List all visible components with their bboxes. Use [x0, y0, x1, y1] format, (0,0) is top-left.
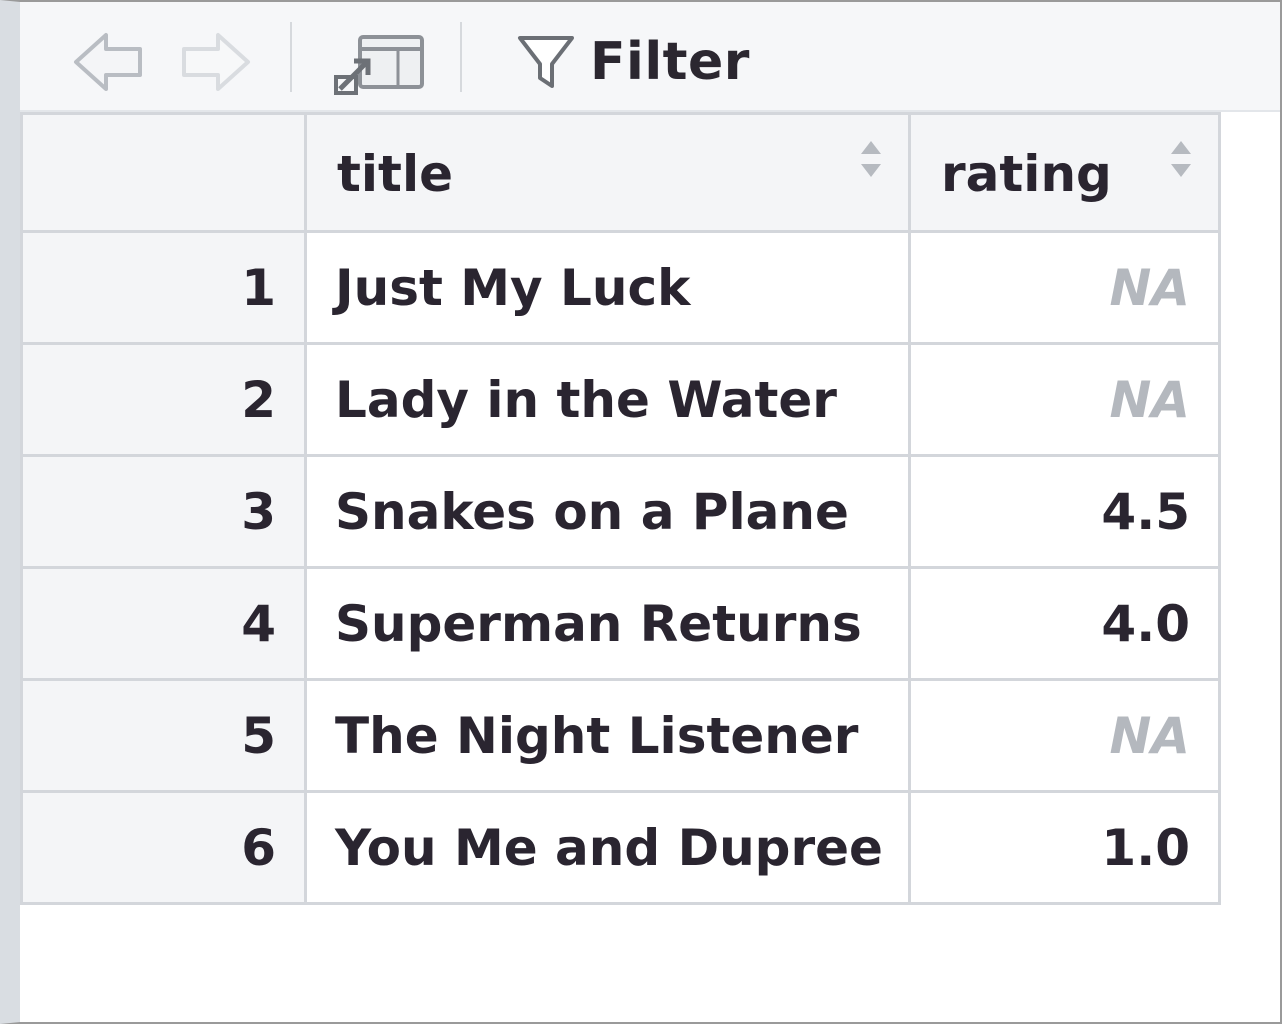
back-button[interactable] — [68, 24, 152, 100]
table-row[interactable]: 2 Lady in the Water NA — [20, 342, 1221, 457]
row-number: 2 — [20, 342, 307, 457]
rating-cell[interactable]: NA — [908, 678, 1221, 793]
column-header-label: rating — [941, 145, 1112, 203]
rating-cell[interactable]: 4.5 — [908, 454, 1221, 569]
column-header-rating[interactable]: rating — [908, 112, 1221, 233]
popout-window-icon — [334, 35, 424, 95]
title-cell[interactable]: Snakes on a Plane — [304, 454, 911, 569]
toolbar-separator — [290, 22, 292, 92]
row-number: 3 — [20, 454, 307, 569]
table-row[interactable]: 6 You Me and Dupree 1.0 — [20, 790, 1221, 905]
toolbar: Filter — [20, 2, 1280, 112]
sort-arrows-icon[interactable] — [1168, 137, 1194, 181]
title-cell[interactable]: Superman Returns — [304, 566, 911, 681]
rating-cell[interactable]: NA — [908, 342, 1221, 457]
rating-cell[interactable]: NA — [908, 230, 1221, 345]
row-number: 5 — [20, 678, 307, 793]
sort-arrows-icon[interactable] — [858, 137, 884, 181]
row-number: 4 — [20, 566, 307, 681]
arrow-right-icon — [182, 33, 250, 91]
filter-label: Filter — [590, 32, 750, 92]
data-table: title rating 1 Just My Luck NA 2 Lady in… — [20, 112, 1221, 905]
title-cell[interactable]: The Night Listener — [304, 678, 911, 793]
title-cell[interactable]: Lady in the Water — [304, 342, 911, 457]
funnel-icon — [518, 36, 574, 88]
title-cell[interactable]: Just My Luck — [304, 230, 911, 345]
column-header-label: title — [337, 145, 453, 203]
filter-button[interactable]: Filter — [516, 26, 750, 98]
table-row[interactable]: 4 Superman Returns 4.0 — [20, 566, 1221, 681]
table-row[interactable]: 1 Just My Luck NA — [20, 230, 1221, 345]
rating-cell[interactable]: 1.0 — [908, 790, 1221, 905]
row-number: 6 — [20, 790, 307, 905]
title-cell[interactable]: You Me and Dupree — [304, 790, 911, 905]
table-row[interactable]: 5 The Night Listener NA — [20, 678, 1221, 793]
data-viewer-window: Filter title rating 1 Just My Luck NA 2 … — [0, 0, 1282, 1024]
popout-button[interactable] — [330, 24, 434, 100]
arrow-left-icon — [74, 33, 142, 91]
row-number-header — [20, 112, 307, 233]
row-number: 1 — [20, 230, 307, 345]
column-header-title[interactable]: title — [304, 112, 911, 233]
header-row: title rating — [20, 112, 1221, 233]
forward-button[interactable] — [172, 24, 256, 100]
table-row[interactable]: 3 Snakes on a Plane 4.5 — [20, 454, 1221, 569]
rating-cell[interactable]: 4.0 — [908, 566, 1221, 681]
toolbar-separator — [460, 22, 462, 92]
